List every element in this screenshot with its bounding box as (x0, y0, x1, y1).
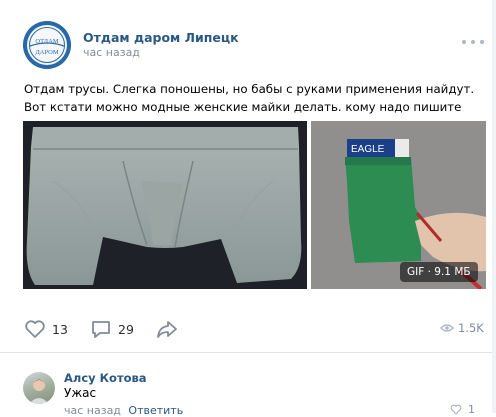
comment-like-button[interactable]: 1 (450, 403, 475, 416)
share-icon (157, 321, 177, 338)
like-button[interactable]: 13 (24, 319, 68, 339)
views-count: 1.5K (458, 321, 484, 335)
post-card: ОТДАМ ДАРОМ Отдам даром Липецк час назад… (0, 0, 496, 417)
gif-badge: GIF · 9.1 МБ (400, 262, 478, 282)
comment-meta: час назад Ответить (64, 404, 183, 417)
group-logo: ОТДАМ ДАРОМ (23, 21, 71, 69)
group-name-link[interactable]: Отдам даром Липецк (83, 30, 239, 45)
post-text: Отдам трусы. Слегка поношены, но бабы с … (24, 82, 475, 114)
comment-like-count: 1 (468, 403, 475, 416)
reply-button[interactable]: Ответить (128, 404, 183, 417)
group-avatar[interactable]: ОТДАМ ДАРОМ (23, 21, 71, 69)
comment-avatar-photo (29, 379, 49, 404)
comments-divider (0, 352, 496, 353)
heart-icon (450, 404, 462, 415)
comment-text: Ужас (64, 386, 97, 400)
comment-icon (92, 321, 110, 338)
photo-underwear (23, 121, 307, 289)
eye-icon (440, 324, 454, 332)
svg-text:ОТДАМ: ОТДАМ (35, 38, 58, 45)
comment-avatar[interactable] (23, 372, 55, 404)
post-time[interactable]: час назад (83, 46, 140, 59)
scrollbar[interactable] (492, 0, 496, 413)
more-icon[interactable] (462, 32, 484, 52)
post-photo[interactable] (23, 121, 307, 289)
like-count: 13 (52, 321, 68, 337)
svg-text:EAGLE: EAGLE (351, 144, 385, 155)
heart-icon (25, 320, 45, 338)
views-counter: 1.5K (440, 321, 484, 335)
svg-text:ДАРОМ: ДАРОМ (35, 49, 59, 56)
comment-time[interactable]: час назад (64, 404, 121, 417)
share-button[interactable] (155, 319, 179, 339)
comment-button[interactable]: 29 (90, 319, 134, 339)
comment-count: 29 (118, 321, 134, 337)
comment-author-link[interactable]: Алсу Котова (64, 371, 147, 385)
